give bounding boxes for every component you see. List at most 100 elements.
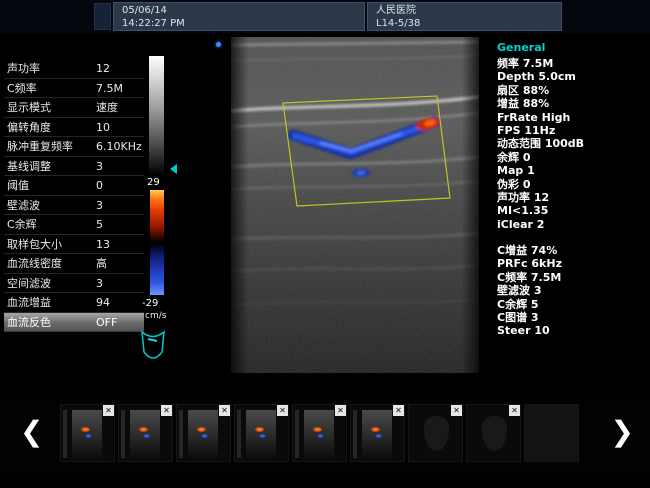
param-row[interactable]: 偏转角度 10	[4, 118, 144, 138]
thumbnail[interactable]: ✕	[408, 404, 463, 462]
ultrasound-image-area	[231, 37, 479, 373]
flow-spot-icon	[85, 434, 92, 438]
thumbnail-close-button[interactable]: ✕	[161, 405, 172, 416]
thumbnail[interactable]: ✕	[176, 404, 231, 462]
param-value: 3	[96, 274, 103, 294]
thumbnail-close-button[interactable]: ✕	[509, 405, 520, 416]
param-label: 血流反色	[7, 316, 51, 329]
info-line: FrRate High	[497, 111, 649, 124]
flow-spot-icon	[143, 434, 150, 438]
param-value: 10	[96, 118, 110, 138]
param-value: 3	[96, 196, 103, 216]
param-value: 7.5M	[96, 79, 123, 99]
param-value: 速度	[96, 98, 118, 118]
thumbnail-close-button[interactable]: ✕	[277, 405, 288, 416]
date-text: 05/06/14	[122, 4, 364, 17]
param-value: 5	[96, 215, 103, 235]
info-line: 扇区 88%	[497, 84, 649, 97]
param-label: 脉冲重复频率	[7, 140, 73, 153]
param-row[interactable]: 空间滤波 3	[4, 274, 144, 294]
param-row[interactable]: 血流增益 94	[4, 293, 144, 313]
info-line: C频率 7.5M	[497, 271, 649, 284]
thumbnail-preview	[353, 410, 357, 458]
info-gap	[497, 231, 649, 244]
flow-spot-icon	[139, 427, 148, 432]
param-label: 阈值	[7, 179, 29, 192]
param-value: 12	[96, 59, 110, 79]
hospital-name: 人民医院	[376, 4, 561, 17]
thumbnail-close-button[interactable]: ✕	[219, 405, 230, 416]
doppler-colorbar	[150, 190, 164, 295]
info-line: 动态范围 100dB	[497, 137, 649, 150]
thumbnail[interactable]: ✕	[292, 404, 347, 462]
thumbnail[interactable]: ✕	[118, 404, 173, 462]
info-line: MI<1.35	[497, 204, 649, 217]
thumbnail-preview	[304, 410, 334, 458]
thumbnail-close-button[interactable]: ✕	[451, 405, 462, 416]
param-row[interactable]: 血流线密度 高	[4, 254, 144, 274]
thumbnail-preview	[121, 410, 125, 458]
flow-spot-icon	[255, 427, 264, 432]
ultrasound-console-screen: 05/06/14 14:22:27 PM 人民医院 L14-5/38 声功率 1…	[0, 0, 650, 488]
thumbnail-preview	[362, 410, 392, 458]
thumbnail-list: ✕ ✕ ✕	[60, 404, 579, 462]
info-line: 余辉 0	[497, 151, 649, 164]
thumbnail[interactable]: ✕	[350, 404, 405, 462]
flow-spot-icon	[375, 434, 382, 438]
ultrasound-image	[231, 37, 479, 373]
probe-model: L14-5/38	[376, 17, 561, 30]
thumbnail-preview	[72, 410, 102, 458]
thumbnail-close-button[interactable]: ✕	[103, 405, 114, 416]
param-row[interactable]: 取样包大小 13	[4, 235, 144, 255]
info-line: iClear 2	[497, 218, 649, 231]
thumbnail-preview	[188, 410, 218, 458]
param-row[interactable]: 脉冲重复频率 6.10KHz	[4, 137, 144, 157]
param-label: 基线调整	[7, 160, 51, 173]
baseline-marker-icon	[170, 164, 177, 174]
param-row[interactable]: 声功率 12	[4, 59, 144, 79]
probe-silhouette-icon	[424, 416, 449, 451]
next-arrow[interactable]: ❯	[611, 413, 634, 451]
param-row[interactable]: 阈值 0	[4, 176, 144, 196]
thumbnail-close-button[interactable]: ✕	[393, 405, 404, 416]
grayscale-bar	[149, 56, 164, 175]
param-row[interactable]: 基线调整 3	[4, 157, 144, 177]
colorbar-max-label: 29	[147, 177, 160, 188]
flow-spot-icon	[259, 434, 266, 438]
param-row[interactable]: C频率 7.5M	[4, 79, 144, 99]
param-label: 偏转角度	[7, 121, 51, 134]
thumbnail-preview	[295, 410, 299, 458]
top-bar: 05/06/14 14:22:27 PM 人民医院 L14-5/38	[0, 0, 650, 33]
thumbnail-preview	[179, 410, 183, 458]
flow-spot-icon	[197, 427, 206, 432]
param-row-selected[interactable]: 血流反色 OFF	[4, 313, 144, 333]
body-mark-icon	[136, 328, 170, 368]
info-line: 频率 7.5M	[497, 57, 649, 70]
info-line: 壁滤波 3	[497, 284, 649, 297]
info-line: 增益 88%	[497, 97, 649, 110]
thumbnail-preview	[63, 410, 67, 458]
param-label: 空间滤波	[7, 277, 51, 290]
info-line: PRFc 6kHz	[497, 257, 649, 270]
param-value: 高	[96, 254, 107, 274]
info-line: C余辉 5	[497, 298, 649, 311]
thumbnail-strip: ❮ ✕ ✕	[0, 399, 650, 471]
param-value: OFF	[96, 313, 117, 333]
thumbnail[interactable]	[524, 404, 579, 462]
param-row[interactable]: 壁滤波 3	[4, 196, 144, 216]
info-panel: General 频率 7.5M Depth 5.0cm 扇区 88% 增益 88…	[497, 41, 649, 338]
thumbnail-close-button[interactable]: ✕	[335, 405, 346, 416]
thumbnail-preview	[237, 410, 241, 458]
param-row[interactable]: C余辉 5	[4, 215, 144, 235]
param-label: 血流增益	[7, 296, 51, 309]
param-value: 6.10KHz	[96, 137, 142, 157]
thumbnail[interactable]: ✕	[60, 404, 115, 462]
datetime-panel: 05/06/14 14:22:27 PM	[113, 2, 365, 31]
info-line: Steer 10	[497, 324, 649, 337]
thumbnail[interactable]: ✕	[234, 404, 289, 462]
thumbnail[interactable]: ✕	[466, 404, 521, 462]
hospital-panel: 人民医院 L14-5/38	[367, 2, 562, 31]
prev-arrow[interactable]: ❮	[20, 413, 43, 451]
param-row[interactable]: 显示模式 速度	[4, 98, 144, 118]
probe-silhouette-icon	[482, 416, 507, 451]
